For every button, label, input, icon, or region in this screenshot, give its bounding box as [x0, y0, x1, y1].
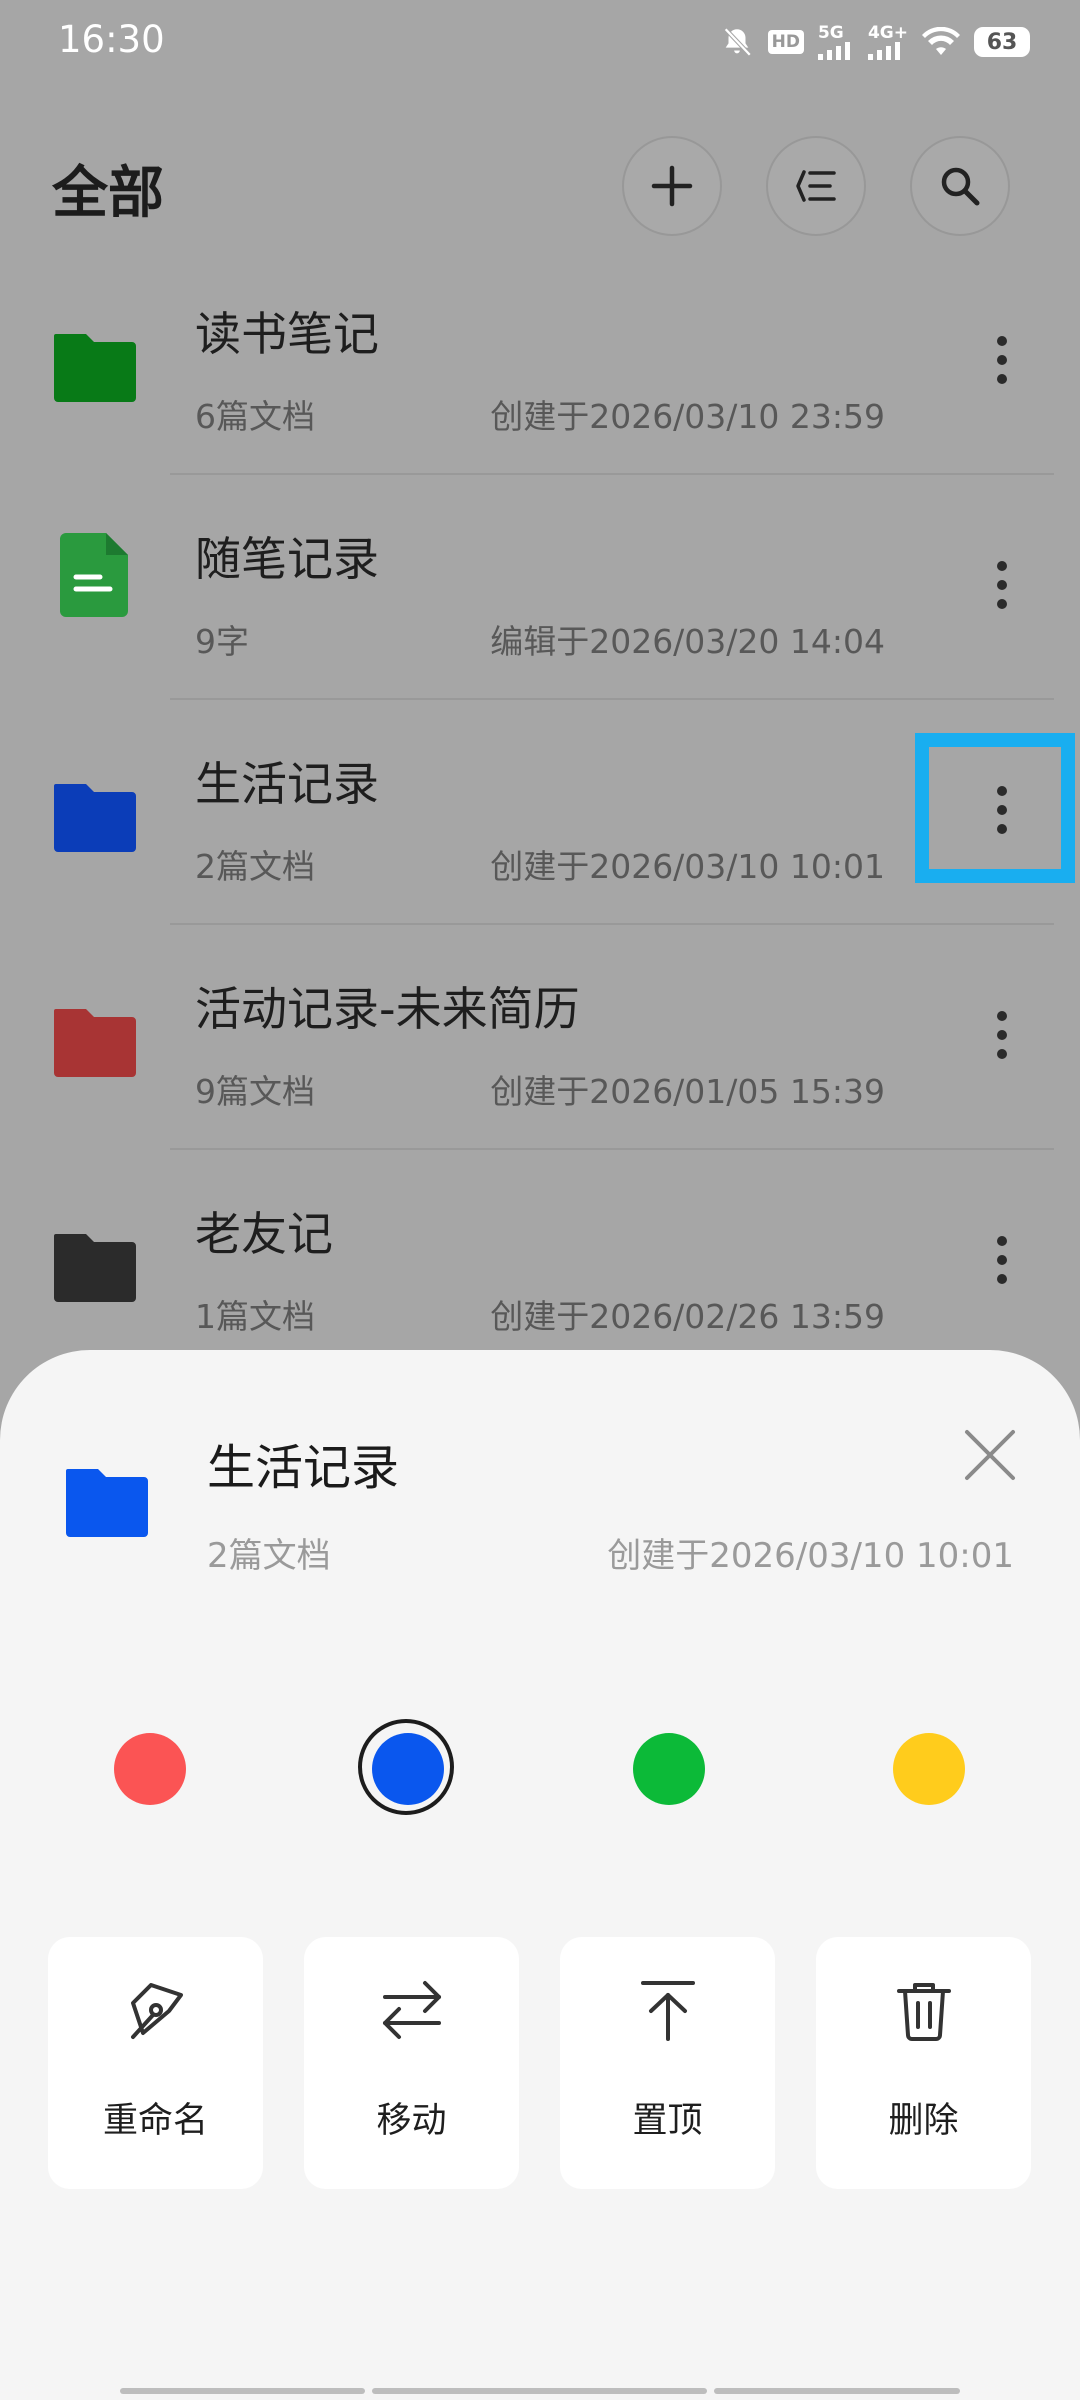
trash-icon: [896, 1983, 951, 2041]
item-meta: 9字: [195, 622, 249, 661]
document-icon: [60, 533, 128, 617]
net1-label: 5G: [817, 22, 844, 43]
list-item[interactable]: 随笔记录 9字 编辑于2026/03/20 14:04: [0, 475, 1080, 700]
color-swatch-blue[interactable]: [358, 1719, 454, 1815]
pen-icon: [130, 1983, 183, 2039]
sort-icon: [796, 170, 836, 202]
hd-label: HD: [767, 30, 804, 54]
color-swatch-red[interactable]: [114, 1733, 186, 1805]
delete-button[interactable]: 删除: [816, 1937, 1031, 2189]
item-date: 创建于2026/03/10 23:59: [490, 397, 885, 436]
bell-muted-icon: [720, 25, 754, 59]
gesture-bar: [714, 2388, 960, 2394]
folder-icon: [54, 784, 136, 852]
close-icon: [965, 1430, 1015, 1480]
item-name: 老友记: [195, 1207, 333, 1261]
pin-top-icon: [640, 1981, 695, 2041]
item-date: 创建于2026/03/10 10:01: [490, 847, 885, 886]
move-button[interactable]: 移动: [304, 1937, 519, 2189]
selection-highlight: [915, 733, 1075, 883]
more-options-button[interactable]: [962, 1210, 1042, 1310]
color-swatch-yellow[interactable]: [893, 1733, 965, 1805]
signal-4g-icon: 4G+: [867, 22, 908, 60]
status-time: 16:30: [58, 18, 165, 61]
list-item[interactable]: 老友记 1篇文档 创建于2026/02/26 13:59: [0, 1150, 1080, 1375]
sort-button[interactable]: [766, 136, 866, 236]
list-item[interactable]: 读书笔记 6篇文档 创建于2026/03/10 23:59: [0, 250, 1080, 475]
gesture-bar: [372, 2388, 707, 2394]
item-meta: 1篇文档: [195, 1297, 315, 1336]
more-options-button[interactable]: [962, 985, 1042, 1085]
close-button[interactable]: [955, 1420, 1025, 1490]
signal-5g-icon: 5G: [817, 22, 854, 60]
list-item[interactable]: 活动记录-未来简历 9篇文档 创建于2026/01/05 15:39: [0, 925, 1080, 1150]
folder-options-sheet: 生活记录 2篇文档 创建于2026/03/10 10:01: [0, 1350, 1080, 2400]
color-swatch-green[interactable]: [633, 1733, 705, 1805]
search-icon: [941, 167, 980, 206]
gesture-bar: [120, 2388, 365, 2394]
plus-icon: [651, 165, 693, 207]
status-bar: 16:30 HD 5G 4G+ 63: [0, 0, 1080, 80]
status-icons: HD 5G 4G+ 63: [720, 20, 1030, 64]
add-button[interactable]: [622, 136, 722, 236]
pin-top-label: 置顶: [632, 2101, 703, 2141]
item-meta: 2篇文档: [195, 847, 315, 886]
battery-indicator: 63: [974, 27, 1030, 57]
move-label: 移动: [376, 2101, 447, 2141]
item-meta: 9篇文档: [195, 1072, 315, 1111]
search-button[interactable]: [910, 136, 1010, 236]
folder-icon: [54, 1009, 136, 1077]
folder-icon: [54, 334, 136, 402]
item-name: 生活记录: [195, 757, 379, 811]
item-date: 创建于2026/01/05 15:39: [490, 1072, 885, 1111]
move-arrows-icon: [382, 1981, 441, 2039]
rename-label: 重命名: [102, 2101, 208, 2141]
folder-icon: [66, 1469, 148, 1537]
more-options-button[interactable]: [962, 535, 1042, 635]
item-name: 活动记录-未来简历: [195, 982, 580, 1036]
sheet-title: 生活记录: [207, 1440, 400, 1496]
pin-top-button[interactable]: 置顶: [560, 1937, 775, 2189]
more-options-button[interactable]: [962, 310, 1042, 410]
wifi-icon: [922, 27, 960, 57]
item-name: 读书笔记: [195, 307, 379, 361]
item-meta: 6篇文档: [195, 397, 315, 436]
folder-icon: [54, 1234, 136, 1302]
sheet-date: 创建于2026/03/10 10:01: [607, 1536, 1014, 1576]
item-date: 编辑于2026/03/20 14:04: [490, 622, 885, 661]
item-date: 创建于2026/02/26 13:59: [490, 1297, 885, 1336]
item-name: 随笔记录: [195, 532, 379, 586]
sheet-meta: 2篇文档: [207, 1536, 331, 1576]
net2-label: 4G+: [867, 22, 908, 43]
page-title: 全部: [52, 161, 164, 226]
rename-button[interactable]: 重命名: [48, 1937, 263, 2189]
delete-label: 删除: [888, 2101, 959, 2141]
hd-icon: HD: [767, 30, 804, 54]
